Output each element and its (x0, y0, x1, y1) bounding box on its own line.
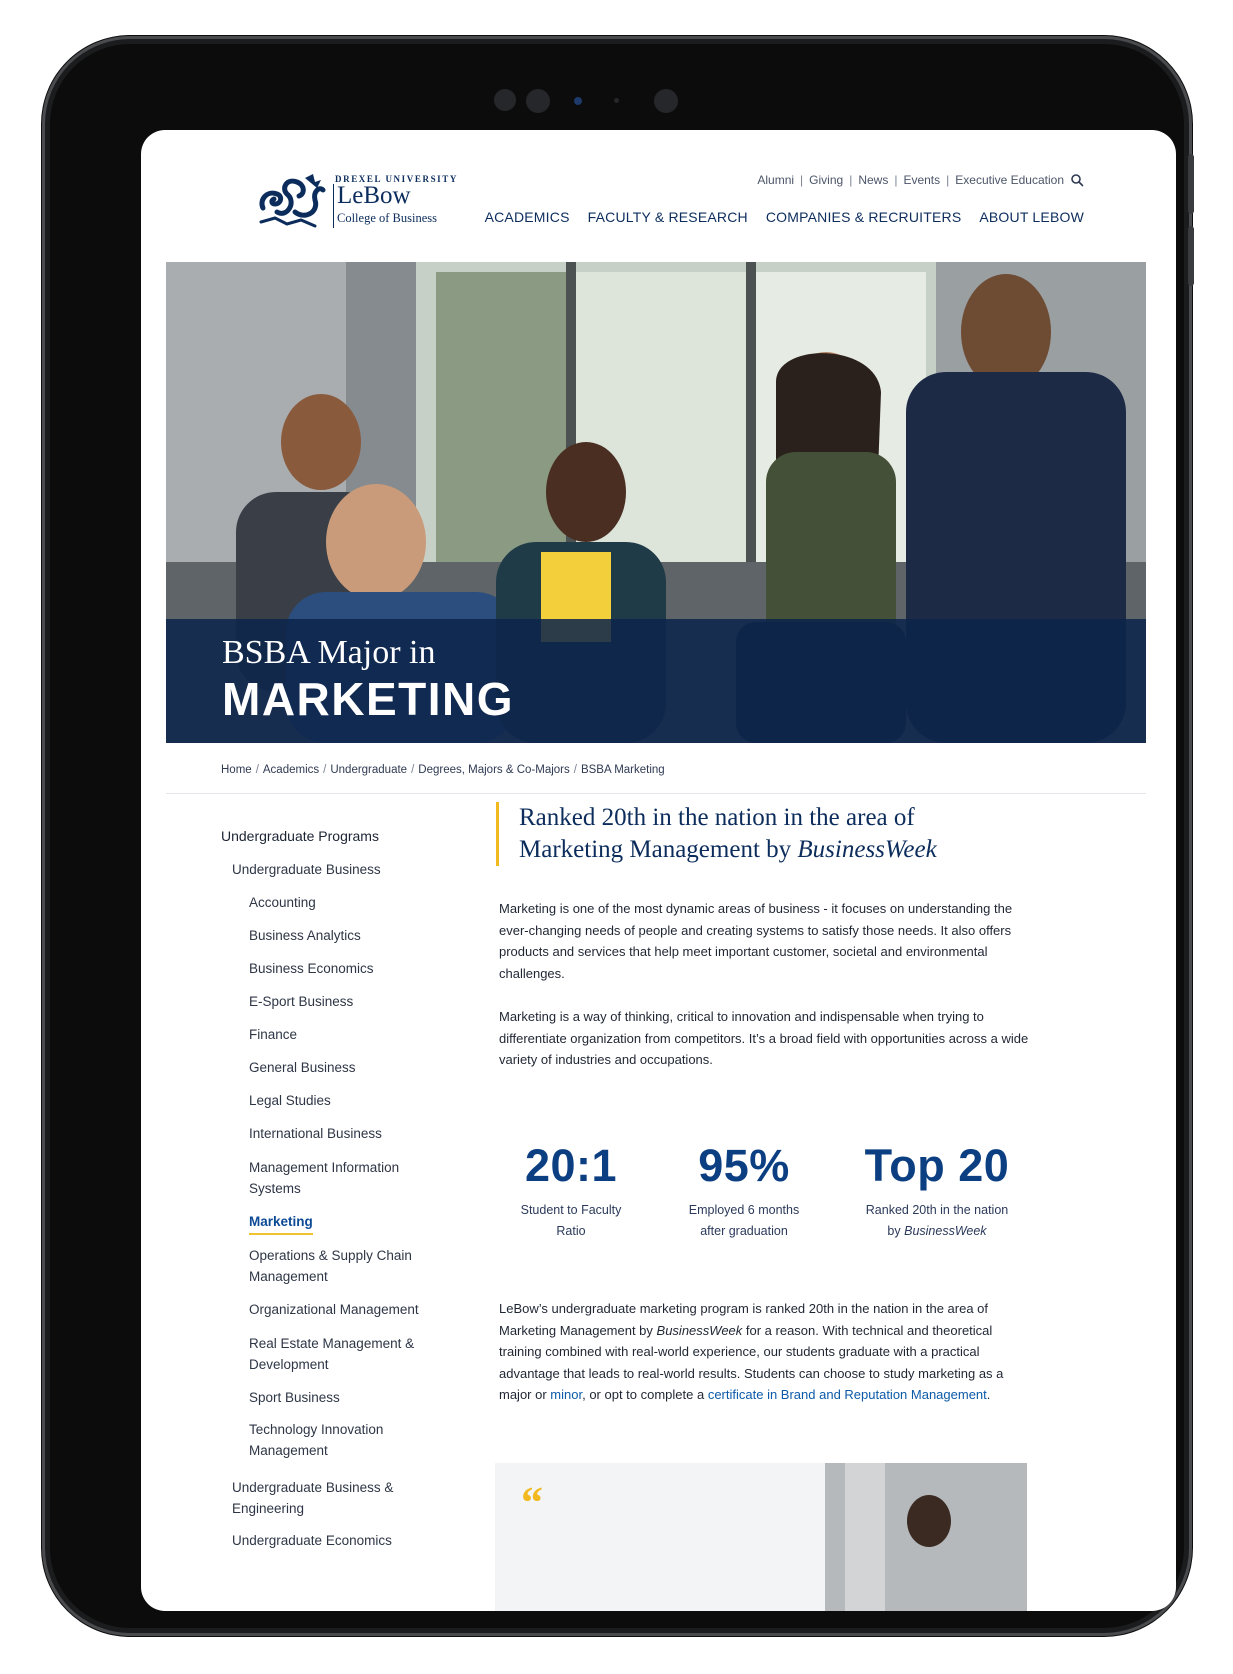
stat-ranking-label-1: Ranked 20th in the nation (865, 1203, 1009, 1217)
util-separator: | (800, 173, 804, 187)
browser-screen: DREXEL UNIVERSITY LeBow College of Busin… (141, 130, 1176, 1611)
sidebar-item-operations-supply-chain[interactable]: Operations & Supply Chain Management (249, 1245, 424, 1287)
breadcrumb-separator: / (323, 764, 327, 776)
stat-ratio-label-1: Student to Faculty (520, 1203, 622, 1217)
camera-bar (42, 88, 1192, 114)
camera-dot (614, 98, 619, 103)
breadcrumb-separator: / (255, 764, 259, 776)
util-separator: | (946, 173, 950, 187)
hero-title: MARKETING (222, 673, 515, 725)
search-icon[interactable] (1070, 173, 1084, 187)
volume-down-button (1188, 226, 1194, 286)
breadcrumb-current: BSBA Marketing (580, 764, 665, 776)
dragon-logo-icon (259, 174, 326, 228)
ranking-text: Ranked 20th in the nation in the area of… (519, 802, 1039, 866)
sidebar-item-general-business[interactable]: General Business (249, 1057, 439, 1078)
sidebar-item-business-economics[interactable]: Business Economics (249, 958, 439, 979)
util-link-giving[interactable]: Giving (809, 173, 843, 187)
breadcrumb-divider (166, 793, 1146, 794)
stat-employment-value: 95% (698, 1140, 790, 1191)
stat-ratio-label-2: Ratio (556, 1224, 586, 1238)
volume-up-button (1188, 154, 1194, 214)
nav-academics[interactable]: ACADEMICS (485, 209, 570, 225)
quote-mark-icon: “ (521, 1478, 543, 1527)
breadcrumb-separator: / (573, 764, 577, 776)
sidebar-item-real-estate[interactable]: Real Estate Management & Development (249, 1333, 424, 1375)
sidebar-item-esport-business[interactable]: E-Sport Business (249, 991, 439, 1012)
sidebar-item-accounting[interactable]: Accounting (249, 892, 439, 913)
breadcrumb-degrees[interactable]: Degrees, Majors & Co-Majors (418, 764, 569, 776)
stat-employment-label-2: after graduation (700, 1224, 788, 1238)
sidebar-item-organizational-management[interactable]: Organizational Management (249, 1299, 439, 1320)
logo-divider (333, 184, 334, 228)
util-link-executive-education[interactable]: Executive Education (955, 173, 1064, 187)
camera-indicator (574, 97, 582, 105)
tablet-frame: DREXEL UNIVERSITY LeBow College of Busin… (42, 36, 1194, 1636)
sidebar-item-international-business[interactable]: International Business (249, 1123, 439, 1144)
testimonial-photo (825, 1463, 1027, 1611)
intro-paragraph-1: Marketing is one of the most dynamic are… (499, 901, 1013, 981)
utility-nav: Alumni | Giving | News | Events | Execut… (757, 173, 1084, 187)
sidebar-group-undergraduate-economics[interactable]: Undergraduate Economics (232, 1530, 392, 1551)
hero-banner: BSBA Major in MARKETING (166, 262, 1146, 743)
util-link-events[interactable]: Events (903, 173, 940, 187)
stat-employment-label: Employed 6 months after graduation (681, 1200, 807, 1242)
sidebar-heading[interactable]: Undergraduate Programs (221, 826, 379, 847)
nav-companies-recruiters[interactable]: COMPANIES & RECRUITERS (766, 209, 962, 225)
lebow-logo[interactable]: DREXEL UNIVERSITY LeBow College of Busin… (257, 170, 467, 232)
minor-link[interactable]: minor (550, 1387, 582, 1402)
stat-ranking: Top 20 Ranked 20th in the nation by Busi… (855, 1140, 1019, 1242)
testimonial-card: “ (495, 1463, 1027, 1611)
sidebar-item-sport-business[interactable]: Sport Business (249, 1387, 439, 1408)
ranking-publication: BusinessWeek (797, 836, 937, 863)
nav-faculty-research[interactable]: FACULTY & RESEARCH (588, 209, 748, 225)
main-nav: ACADEMICS FACULTY & RESEARCH COMPANIES &… (485, 209, 1084, 225)
sidebar-item-marketing[interactable]: Marketing (249, 1211, 313, 1235)
logo-name: LeBow (337, 182, 411, 209)
program-publication: BusinessWeek (656, 1322, 743, 1338)
program-paragraph: LeBow’s undergraduate marketing program … (499, 1298, 1031, 1406)
ranking-callout: Ranked 20th in the nation in the area of… (496, 802, 1039, 866)
breadcrumb-separator: / (411, 764, 415, 776)
logo-college: College of Business (337, 211, 437, 225)
stat-ranking-label-2: by (887, 1224, 905, 1238)
sidebar-item-mis[interactable]: Management Information Systems (249, 1157, 419, 1199)
util-link-news[interactable]: News (858, 173, 888, 187)
stat-ratio-value: 20:1 (524, 1140, 618, 1191)
sidebar-item-finance[interactable]: Finance (249, 1024, 439, 1045)
stat-ranking-label: Ranked 20th in the nation by BusinessWee… (855, 1200, 1019, 1242)
nav-about-lebow[interactable]: ABOUT LEBOW (979, 209, 1084, 225)
stat-ratio: 20:1 Student to Faculty Ratio (511, 1140, 631, 1242)
camera-lens (526, 89, 550, 113)
camera-sensor (494, 89, 516, 111)
program-text-3: , or opt to complete a (582, 1387, 708, 1402)
hero-subtitle: BSBA Major in (222, 634, 436, 671)
ranking-line-1: Ranked 20th in the nation in the area of (519, 804, 915, 831)
sidebar-group-undergraduate-business[interactable]: Undergraduate Business (232, 859, 381, 880)
stat-ranking-value: Top 20 (864, 1140, 1010, 1191)
program-text-end: . (986, 1387, 991, 1402)
breadcrumb-academics[interactable]: Academics (263, 764, 319, 776)
intro-paragraph-2: Marketing is a way of thinking, critical… (499, 1009, 1029, 1067)
util-separator: | (894, 173, 898, 187)
stat-employment-label-1: Employed 6 months (688, 1203, 800, 1217)
stat-employment: 95% Employed 6 months after graduation (681, 1140, 807, 1242)
sidebar-group-business-engineering[interactable]: Undergraduate Business & Engineering (232, 1477, 407, 1519)
breadcrumb: Home / Academics / Undergraduate / Degre… (221, 764, 665, 776)
breadcrumb-undergraduate[interactable]: Undergraduate (330, 764, 407, 776)
certificate-link[interactable]: certificate in Brand and Reputation Mana… (708, 1387, 987, 1402)
util-link-alumni[interactable]: Alumni (757, 173, 794, 187)
util-separator: | (849, 173, 853, 187)
sidebar-item-business-analytics[interactable]: Business Analytics (249, 925, 439, 946)
stat-ranking-publication: BusinessWeek (904, 1224, 987, 1238)
testimonial-person-image (825, 1463, 1027, 1611)
ranking-line-2: Marketing Management by (519, 836, 798, 863)
breadcrumb-home[interactable]: Home (221, 764, 252, 776)
sidebar-item-legal-studies[interactable]: Legal Studies (249, 1090, 439, 1111)
camera-lens-secondary (654, 89, 678, 113)
sidebar-item-technology-innovation[interactable]: Technology Innovation Management (249, 1419, 399, 1461)
stat-ratio-label: Student to Faculty Ratio (511, 1200, 631, 1242)
